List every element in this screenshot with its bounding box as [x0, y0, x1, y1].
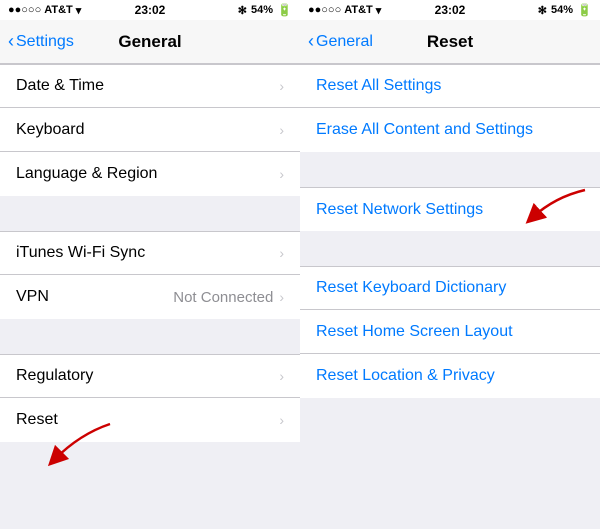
right-carrier-name: AT&T	[344, 4, 373, 16]
right-back-button[interactable]: ‹ General	[308, 31, 373, 52]
left-nav-title: General	[118, 32, 181, 52]
left-carrier-name: AT&T	[44, 4, 73, 16]
left-group-1: Date & Time › Keyboard › Language & Regi…	[0, 64, 300, 196]
right-battery-pct: 54%	[551, 4, 573, 16]
list-item-reset[interactable]: Reset ›	[0, 398, 300, 442]
keyboard-chevron-icon: ›	[279, 122, 284, 138]
right-separator-2	[300, 231, 600, 266]
reset-homescreen-label: Reset Home Screen Layout	[316, 323, 584, 341]
right-back-label: General	[316, 33, 373, 51]
left-panel: ●●○○○ AT&T ▾ 23:02 ✻ 54% 🔋 ‹ Settings Ge…	[0, 0, 300, 529]
right-back-chevron-icon: ‹	[308, 31, 314, 52]
reset-all-label: Reset All Settings	[316, 77, 584, 95]
list-item-reset-all[interactable]: Reset All Settings	[300, 64, 600, 108]
right-right-status: ✻ 54% 🔋	[538, 3, 592, 17]
language-chevron-icon: ›	[279, 166, 284, 182]
regulatory-chevron-icon: ›	[279, 368, 284, 384]
left-carrier: ●●○○○ AT&T ▾	[8, 4, 81, 17]
reset-location-label: Reset Location & Privacy	[316, 367, 584, 385]
left-separator-2	[0, 319, 300, 354]
list-item-regulatory[interactable]: Regulatory ›	[0, 354, 300, 398]
right-battery-icon: 🔋	[577, 3, 592, 17]
left-bluetooth-icon: ✻	[238, 4, 247, 17]
right-bluetooth-icon: ✻	[538, 4, 547, 17]
right-signal: ●●○○○	[308, 4, 341, 16]
left-nav-bar: ‹ Settings General	[0, 20, 300, 64]
list-item-reset-homescreen[interactable]: Reset Home Screen Layout	[300, 310, 600, 354]
left-group-3: Regulatory › Reset ›	[0, 354, 300, 442]
list-item-language[interactable]: Language & Region ›	[0, 152, 300, 196]
list-item-reset-network[interactable]: Reset Network Settings	[300, 187, 600, 231]
list-item-erase-all[interactable]: Erase All Content and Settings	[300, 108, 600, 152]
left-wifi: ▾	[76, 4, 82, 17]
right-group-2: Reset Network Settings	[300, 187, 600, 231]
left-group-2: iTunes Wi-Fi Sync › VPN Not Connected ›	[0, 231, 300, 319]
right-group-1: Reset All Settings Erase All Content and…	[300, 64, 600, 152]
regulatory-label: Regulatory	[16, 367, 279, 385]
left-status-bar: ●●○○○ AT&T ▾ 23:02 ✻ 54% 🔋	[0, 0, 300, 20]
right-wifi: ▾	[376, 4, 382, 17]
list-item-keyboard[interactable]: Keyboard ›	[0, 108, 300, 152]
left-back-chevron-icon: ‹	[8, 31, 14, 52]
list-item-vpn[interactable]: VPN Not Connected ›	[0, 275, 300, 319]
list-item-itunes[interactable]: iTunes Wi-Fi Sync ›	[0, 231, 300, 275]
left-time: 23:02	[135, 3, 166, 17]
right-group-3: Reset Keyboard Dictionary Reset Home Scr…	[300, 266, 600, 398]
left-separator-1	[0, 196, 300, 231]
itunes-label: iTunes Wi-Fi Sync	[16, 244, 279, 262]
left-battery-icon: 🔋	[277, 3, 292, 17]
right-nav-bar: ‹ General Reset	[300, 20, 600, 64]
language-label: Language & Region	[16, 165, 279, 183]
vpn-chevron-icon: ›	[279, 289, 284, 305]
right-status-bar: ●●○○○ AT&T ▾ 23:02 ✻ 54% 🔋	[300, 0, 600, 20]
right-carrier: ●●○○○ AT&T ▾	[308, 4, 381, 17]
vpn-label: VPN	[16, 288, 173, 306]
left-battery-pct: 54%	[251, 4, 273, 16]
left-settings-list: Date & Time › Keyboard › Language & Regi…	[0, 64, 300, 442]
left-back-button[interactable]: ‹ Settings	[8, 31, 74, 52]
reset-label: Reset	[16, 411, 279, 429]
right-reset-list: Reset All Settings Erase All Content and…	[300, 64, 600, 529]
right-separator-1	[300, 152, 600, 187]
vpn-value: Not Connected	[173, 289, 273, 306]
reset-chevron-icon: ›	[279, 412, 284, 428]
left-signal: ●●○○○	[8, 4, 41, 16]
list-item-date-time[interactable]: Date & Time ›	[0, 64, 300, 108]
date-time-label: Date & Time	[16, 77, 279, 95]
right-nav-title: Reset	[427, 32, 473, 52]
list-item-reset-keyboard[interactable]: Reset Keyboard Dictionary	[300, 266, 600, 310]
left-right-status: ✻ 54% 🔋	[238, 3, 292, 17]
list-item-reset-location[interactable]: Reset Location & Privacy	[300, 354, 600, 398]
right-panel: ●●○○○ AT&T ▾ 23:02 ✻ 54% 🔋 ‹ General Res…	[300, 0, 600, 529]
right-time: 23:02	[435, 3, 466, 17]
erase-all-label: Erase All Content and Settings	[316, 121, 584, 139]
date-time-chevron-icon: ›	[279, 78, 284, 94]
reset-keyboard-label: Reset Keyboard Dictionary	[316, 279, 584, 297]
itunes-chevron-icon: ›	[279, 245, 284, 261]
reset-network-label: Reset Network Settings	[316, 201, 584, 219]
keyboard-label: Keyboard	[16, 121, 279, 139]
left-back-label: Settings	[16, 33, 74, 51]
